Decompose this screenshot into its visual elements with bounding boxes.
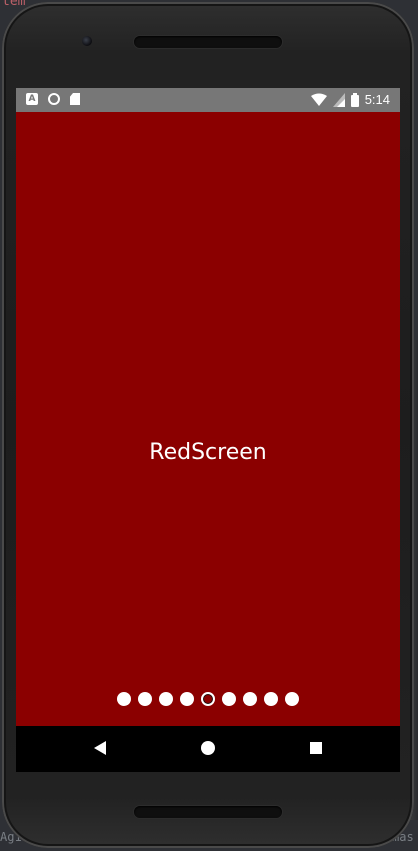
battery-icon bbox=[350, 93, 359, 107]
page-dot[interactable] bbox=[222, 692, 236, 706]
circle-icon bbox=[48, 93, 60, 105]
page-dot[interactable] bbox=[180, 692, 194, 706]
device-screen: A 5:14 RedScreen bbox=[16, 88, 400, 772]
status-left-icons: A bbox=[26, 93, 80, 105]
bottom-speaker-grille bbox=[134, 806, 282, 818]
back-button-icon[interactable] bbox=[94, 741, 106, 755]
screen-title: RedScreen bbox=[149, 440, 267, 465]
page-indicator[interactable] bbox=[16, 692, 400, 706]
status-right-icons: 5:14 bbox=[310, 91, 390, 109]
editor-text-fragment-top: tem bbox=[2, 0, 26, 9]
top-speaker-grille bbox=[134, 36, 282, 48]
sd-card-icon bbox=[70, 93, 80, 105]
page-dot[interactable] bbox=[243, 692, 257, 706]
phone-frame: A 5:14 RedScreen bbox=[2, 2, 414, 848]
page-dot-active[interactable] bbox=[201, 692, 215, 706]
a-letter-icon: A bbox=[26, 93, 38, 105]
wifi-icon bbox=[310, 93, 327, 106]
signal-icon bbox=[332, 93, 345, 107]
status-time: 5:14 bbox=[364, 92, 390, 107]
recents-button-icon[interactable] bbox=[310, 742, 322, 754]
page-dot[interactable] bbox=[159, 692, 173, 706]
page-dot[interactable] bbox=[138, 692, 152, 706]
page-dot[interactable] bbox=[117, 692, 131, 706]
page-dot[interactable] bbox=[285, 692, 299, 706]
front-camera-icon bbox=[82, 36, 92, 46]
page-dot[interactable] bbox=[264, 692, 278, 706]
status-bar: A 5:14 bbox=[16, 88, 400, 112]
navigation-bar bbox=[16, 726, 400, 772]
home-button-icon[interactable] bbox=[201, 741, 215, 755]
